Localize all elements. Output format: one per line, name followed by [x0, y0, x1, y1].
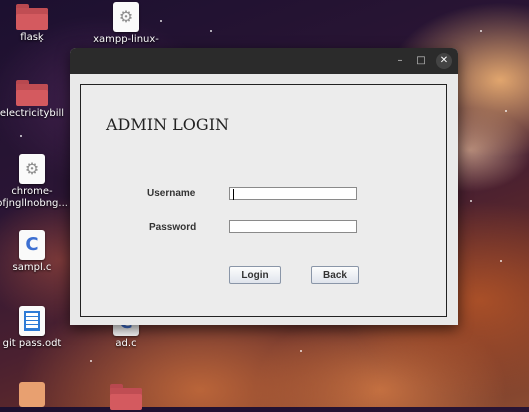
window-titlebar[interactable]: – □ ✕	[70, 48, 458, 74]
password-input[interactable]	[229, 220, 357, 233]
desktop-icon-label: flask	[20, 32, 44, 43]
folder-icon	[16, 80, 48, 106]
archive-icon	[19, 382, 45, 407]
minimize-icon[interactable]: –	[392, 53, 408, 69]
close-icon[interactable]: ✕	[436, 53, 452, 69]
desktop-icon-label-line2: pfjngllnobng...	[0, 198, 68, 209]
admin-login-window: – □ ✕ ADMIN LOGIN Username Password Logi…	[70, 48, 458, 325]
desktop-icon-label: xampp-linux-	[93, 34, 159, 45]
gear-icon: ⚙	[113, 2, 139, 32]
desktop-icon-git-pass[interactable]: git pass.odt	[0, 306, 71, 350]
desktop-icon-label: sampl.c	[12, 262, 52, 273]
c-file-icon: C	[19, 230, 45, 260]
desktop-icon-chrome[interactable]: ⚙ chrome- pfjngllnobng...	[0, 154, 71, 210]
login-panel: ADMIN LOGIN Username Password Login Back	[80, 84, 447, 317]
page-title: ADMIN LOGIN	[106, 115, 230, 134]
gear-icon: ⚙	[19, 154, 45, 184]
username-input[interactable]	[229, 187, 357, 200]
back-button[interactable]: Back	[311, 266, 359, 284]
folder-icon	[110, 384, 142, 410]
desktop-icon-label: chrome-	[11, 186, 53, 197]
desktop-icon-partial-1[interactable]	[0, 382, 71, 409]
desktop-icon-sampl-c[interactable]: C sampl.c	[0, 230, 71, 274]
maximize-icon[interactable]: □	[413, 53, 429, 69]
desktop-icon-label: git pass.odt	[2, 338, 62, 349]
text-caret	[233, 189, 234, 200]
desktop-icon-partial-2[interactable]	[87, 384, 165, 412]
login-button[interactable]: Login	[229, 266, 281, 284]
desktop-icon-electricitybill[interactable]: electricitybill	[0, 80, 71, 120]
document-icon	[19, 306, 45, 336]
username-label: Username	[147, 188, 196, 199]
password-label: Password	[149, 222, 197, 233]
desktop-icon-flask[interactable]: flask	[0, 4, 71, 44]
folder-icon	[16, 4, 48, 30]
desktop-icon-label: electricitybill	[0, 108, 65, 119]
desktop-icon-xampp[interactable]: ⚙ xampp-linux-	[87, 2, 165, 46]
desktop-icon-label: ad.c	[115, 338, 137, 349]
